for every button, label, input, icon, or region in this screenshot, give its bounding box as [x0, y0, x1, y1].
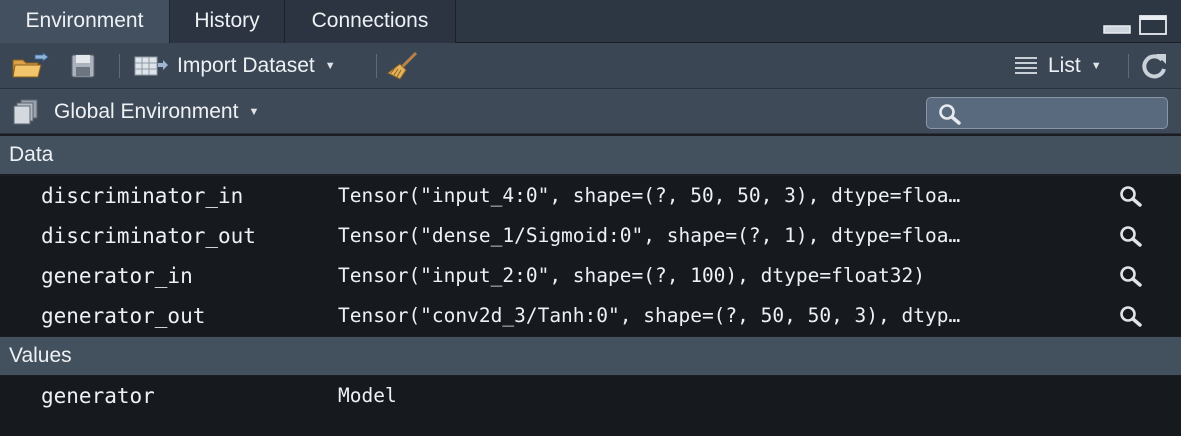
- table-row[interactable]: discriminator_in Tensor("input_4:0", sha…: [0, 176, 1181, 216]
- database-stack-icon: [13, 99, 38, 124]
- environment-selector-bar: Global Environment ▼: [0, 89, 1181, 134]
- variable-value: Tensor("input_4:0", shape=(?, 50, 50, 3)…: [338, 184, 961, 207]
- toolbar-divider: [1128, 54, 1129, 78]
- variable-value: Tensor("conv2d_3/Tanh:0", shape=(?, 50, …: [338, 304, 961, 327]
- variable-name: discriminator_out: [41, 224, 256, 248]
- environment-selector-label: Global Environment: [54, 99, 239, 123]
- view-mode-button[interactable]: List ▼: [1013, 43, 1102, 89]
- toolbar-divider: [376, 54, 377, 78]
- table-row[interactable]: generator_in Tensor("input_2:0", shape=(…: [0, 256, 1181, 296]
- tab-connections[interactable]: Connections: [285, 0, 456, 43]
- pane-tab-bar: Environment History Connections: [0, 0, 1181, 43]
- section-header-values[interactable]: Values: [0, 337, 1181, 375]
- table-row[interactable]: generator Model: [0, 376, 1181, 416]
- toolbar-divider: [119, 54, 120, 78]
- variable-name: discriminator_in: [41, 184, 244, 208]
- chevron-down-icon: ▼: [1090, 60, 1102, 72]
- tab-history[interactable]: History: [170, 0, 285, 43]
- tab-environment[interactable]: Environment: [0, 0, 170, 43]
- variable-name: generator: [41, 384, 155, 408]
- environment-search-input[interactable]: [926, 97, 1168, 129]
- empty-list-area: [0, 416, 1181, 436]
- variable-value: Model: [338, 384, 397, 407]
- refresh-icon: [1142, 54, 1166, 79]
- table-row[interactable]: discriminator_out Tensor("dense_1/Sigmoi…: [0, 216, 1181, 256]
- import-dataset-label: Import Dataset: [177, 54, 315, 77]
- broom-icon: [387, 51, 418, 80]
- variable-name: generator_out: [41, 304, 206, 328]
- chevron-down-icon: ▼: [248, 105, 260, 118]
- minimize-pane-icon[interactable]: [1102, 14, 1132, 36]
- variable-name: generator_in: [41, 264, 193, 288]
- clear-workspace-button[interactable]: [386, 43, 420, 89]
- table-import-icon: [134, 56, 168, 76]
- chevron-down-icon: ▼: [324, 60, 336, 72]
- view-mode-label: List: [1048, 54, 1081, 77]
- import-dataset-button[interactable]: Import Dataset ▼: [134, 43, 336, 89]
- maximize-pane-icon[interactable]: [1138, 14, 1168, 36]
- save-disk-icon: [71, 54, 95, 78]
- open-folder-icon: [12, 52, 49, 78]
- table-row[interactable]: generator_out Tensor("conv2d_3/Tanh:0", …: [0, 296, 1181, 336]
- view-object-icon[interactable]: [1119, 225, 1145, 247]
- search-icon: [939, 104, 961, 125]
- section-header-data[interactable]: Data: [0, 136, 1181, 174]
- view-object-icon[interactable]: [1119, 305, 1145, 327]
- variable-value: Tensor("dense_1/Sigmoid:0", shape=(?, 1)…: [338, 224, 961, 247]
- load-workspace-button[interactable]: [11, 43, 49, 89]
- list-view-icon: [1015, 57, 1037, 74]
- environment-selector[interactable]: Global Environment ▼: [13, 89, 259, 134]
- variable-value: Tensor("input_2:0", shape=(?, 100), dtyp…: [338, 264, 925, 287]
- refresh-button[interactable]: [1139, 43, 1169, 89]
- view-object-icon[interactable]: [1119, 265, 1145, 287]
- view-object-icon[interactable]: [1119, 185, 1145, 207]
- save-workspace-button[interactable]: [70, 43, 96, 89]
- environment-toolbar: Import Dataset ▼ List ▼: [0, 43, 1181, 89]
